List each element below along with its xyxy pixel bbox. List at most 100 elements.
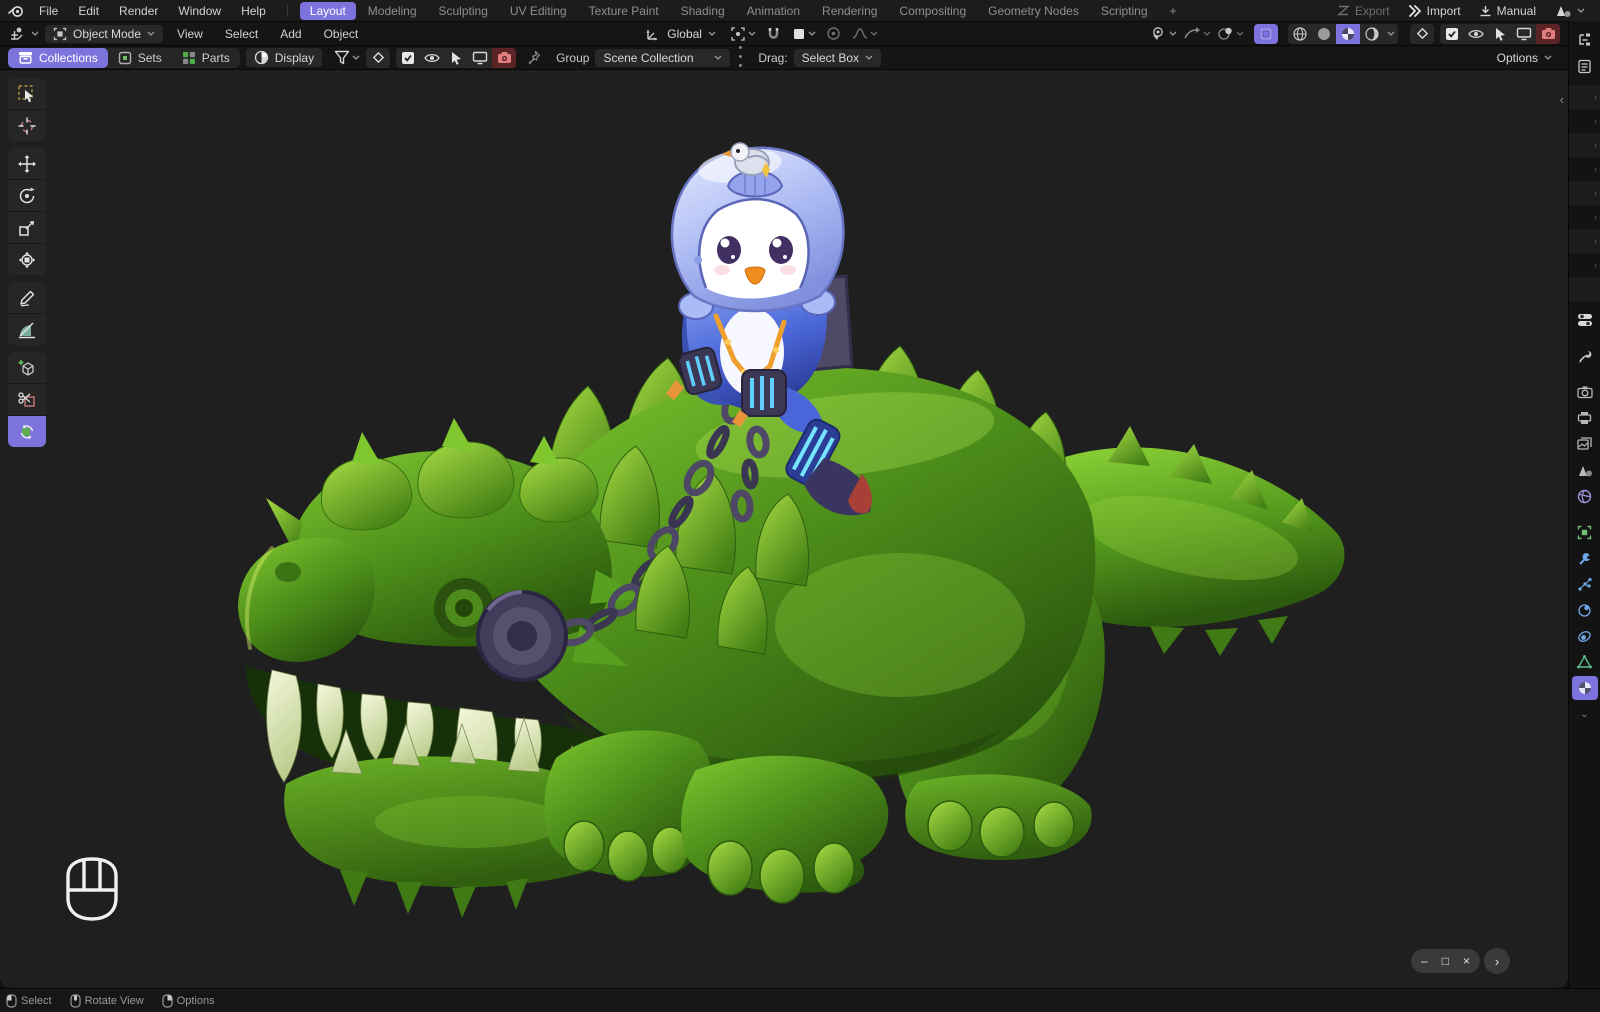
export-button[interactable]: Export: [1330, 2, 1397, 20]
shading-extras-dropdown[interactable]: [1217, 26, 1244, 41]
tool-select-box[interactable]: [8, 78, 46, 109]
proportional-falloff-dropdown[interactable]: [852, 27, 878, 40]
scene-status-widget[interactable]: [1547, 2, 1592, 20]
shading-wireframe-button[interactable]: [1288, 24, 1312, 44]
filter-dropdown[interactable]: [334, 50, 360, 65]
tab-modifiers[interactable]: [1572, 546, 1598, 570]
shading-dropdown[interactable]: [1384, 24, 1398, 44]
tool-cursor[interactable]: [8, 110, 46, 141]
manual-button[interactable]: Manual: [1472, 2, 1543, 20]
expand-button[interactable]: ›: [1484, 948, 1510, 974]
proportional-editing-toggle[interactable]: [822, 24, 846, 44]
tab-scene[interactable]: [1572, 458, 1598, 482]
tab-sets[interactable]: Sets: [108, 48, 172, 68]
transform-orientation-dropdown[interactable]: Global: [637, 25, 724, 43]
render-visibility-toggle-2[interactable]: [492, 48, 516, 68]
viewport-3d[interactable]: ‹ – □ × ›: [0, 70, 1568, 988]
tab-world[interactable]: [1572, 484, 1598, 508]
menu-select[interactable]: Select: [217, 25, 266, 43]
rail-scroll-chevron[interactable]: ⌄: [1580, 709, 1588, 720]
workspace-tab-layout[interactable]: Layout: [300, 2, 356, 20]
tab-tool[interactable]: [1572, 344, 1598, 368]
diamond-filter-button[interactable]: [1410, 24, 1434, 44]
outliner-collapsed-rows[interactable]: ››› ››› ››: [1569, 85, 1600, 301]
workspace-tab-compositing[interactable]: Compositing: [889, 2, 976, 20]
pin-toggle[interactable]: [522, 48, 546, 68]
viewport-display-toggle-2[interactable]: [468, 48, 492, 68]
tool-move[interactable]: [8, 148, 46, 179]
menu-window[interactable]: Window: [169, 2, 230, 20]
properties-icon[interactable]: [1572, 54, 1598, 78]
tab-constraints[interactable]: [1572, 624, 1598, 648]
render-visibility-toggle[interactable]: [1536, 24, 1560, 44]
workspace-tab-uv-editing[interactable]: UV Editing: [500, 2, 577, 20]
close-button[interactable]: ×: [1463, 952, 1470, 970]
drag-mode-dropdown[interactable]: Select Box: [794, 49, 881, 67]
tab-physics[interactable]: [1572, 598, 1598, 622]
add-workspace-button[interactable]: +: [1160, 2, 1187, 20]
menu-view[interactable]: View: [169, 25, 211, 43]
tool-swap[interactable]: [8, 416, 46, 447]
tool-measure[interactable]: [8, 314, 46, 345]
shading-rendered-button[interactable]: [1360, 24, 1384, 44]
mode-dropdown[interactable]: Object Mode: [45, 25, 163, 43]
workspace-tab-animation[interactable]: Animation: [737, 2, 810, 20]
tab-material[interactable]: [1572, 676, 1598, 700]
eye-visibility-toggle[interactable]: [1464, 24, 1488, 44]
maximize-button[interactable]: □: [1442, 952, 1449, 970]
tab-tool-settings[interactable]: [1572, 308, 1598, 332]
sidebar-collapse-arrow[interactable]: ‹: [1560, 92, 1564, 107]
selectability-toggle[interactable]: [1488, 24, 1512, 44]
menu-render[interactable]: Render: [110, 2, 167, 20]
snap-toggle[interactable]: [762, 24, 786, 44]
show-overlays-dropdown[interactable]: [1183, 26, 1211, 41]
eye-visibility-toggle-2[interactable]: [420, 48, 444, 68]
tool-rotate[interactable]: [8, 180, 46, 211]
toggle-xray-button[interactable]: [1254, 24, 1278, 44]
shading-material-preview-button[interactable]: [1336, 24, 1360, 44]
display-button[interactable]: Display: [246, 48, 322, 67]
tool-transform[interactable]: [8, 244, 46, 275]
tab-parts[interactable]: Parts: [172, 48, 240, 68]
menu-file[interactable]: File: [30, 2, 67, 20]
more-options-dots[interactable]: •••: [736, 44, 744, 71]
checkbox-toggle[interactable]: [1440, 24, 1464, 44]
scene-collection-dropdown[interactable]: Scene Collection: [595, 49, 730, 67]
tool-annotate[interactable]: [8, 282, 46, 313]
tab-collections[interactable]: Collections: [8, 48, 108, 68]
menu-edit[interactable]: Edit: [69, 2, 108, 20]
menu-add[interactable]: Add: [272, 25, 309, 43]
pivot-point-dropdown[interactable]: [730, 26, 756, 42]
tab-render[interactable]: [1572, 380, 1598, 404]
menu-help[interactable]: Help: [232, 2, 275, 20]
shading-solid-button[interactable]: [1312, 24, 1336, 44]
tab-output[interactable]: [1572, 406, 1598, 430]
selectability-toggle-2[interactable]: [444, 48, 468, 68]
workspace-tab-shading[interactable]: Shading: [671, 2, 735, 20]
editor-type-selector[interactable]: [8, 26, 39, 42]
workspace-tab-scripting[interactable]: Scripting: [1091, 2, 1158, 20]
tool-add-cube[interactable]: [8, 352, 46, 383]
tool-scale[interactable]: [8, 212, 46, 243]
import-button[interactable]: Import: [1401, 2, 1468, 20]
workspace-tab-rendering[interactable]: Rendering: [812, 2, 887, 20]
tool-cut[interactable]: [8, 384, 46, 415]
workspace-tab-texture-paint[interactable]: Texture Paint: [579, 2, 669, 20]
menu-object[interactable]: Object: [316, 25, 367, 43]
workspace-tab-sculpting[interactable]: Sculpting: [429, 2, 498, 20]
workspace-tab-modeling[interactable]: Modeling: [358, 2, 427, 20]
tab-object-data[interactable]: [1572, 650, 1598, 674]
show-gizmo-dropdown[interactable]: [1149, 26, 1177, 41]
diamond-filter-button-2[interactable]: [366, 48, 390, 68]
tab-particles[interactable]: [1572, 572, 1598, 596]
tab-view-layer[interactable]: [1572, 432, 1598, 456]
workspace-tab-geometry-nodes[interactable]: Geometry Nodes: [978, 2, 1089, 20]
minimize-button[interactable]: –: [1421, 952, 1428, 970]
viewport-display-toggle[interactable]: [1512, 24, 1536, 44]
tab-object[interactable]: [1572, 520, 1598, 544]
options-dropdown[interactable]: Options: [1489, 49, 1560, 67]
checkbox-toggle-2[interactable]: [396, 48, 420, 68]
blender-logo-icon[interactable]: [8, 4, 24, 18]
snap-target-dropdown[interactable]: [792, 27, 816, 41]
outliner-icon[interactable]: [1572, 28, 1598, 52]
